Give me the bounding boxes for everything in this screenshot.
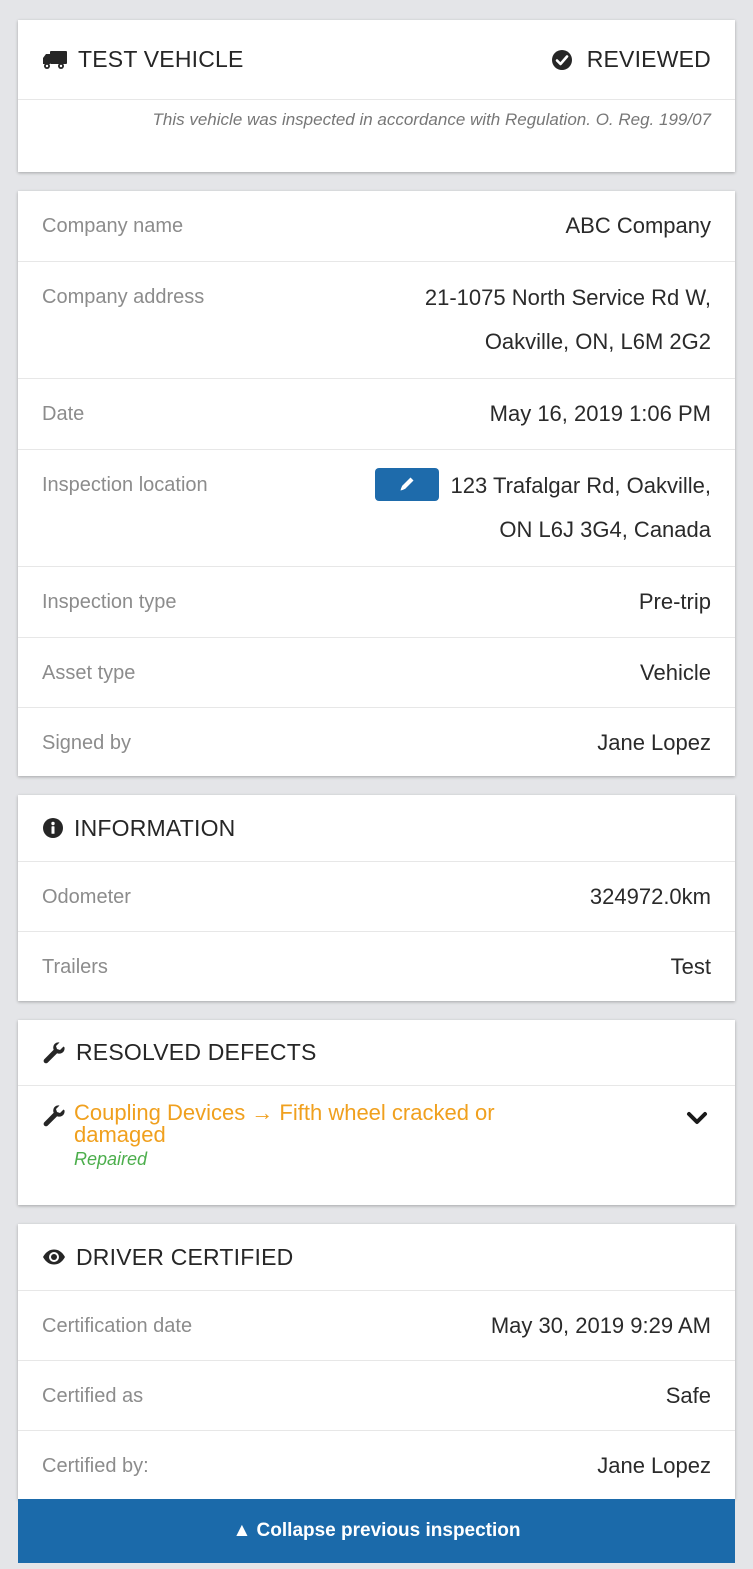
vehicle-header-panel: TEST VEHICLE REVIEWED This vehicle was i… xyxy=(18,20,735,172)
information-title: INFORMATION xyxy=(74,814,236,841)
edit-location-button[interactable] xyxy=(374,467,439,501)
asset-type-row: Asset type Vehicle xyxy=(18,637,735,707)
truck-icon xyxy=(43,50,67,69)
date-label: Date xyxy=(42,403,85,425)
inspection-location-line1-text: 123 Trafalgar Rd, Oakville, xyxy=(450,473,711,498)
review-status-label: REVIEWED xyxy=(586,46,711,72)
regulation-note-text: This vehicle was inspected in accordance… xyxy=(152,110,711,129)
trailers-row: Trailers Test xyxy=(18,931,735,1001)
check-circle-icon xyxy=(551,49,572,70)
signed-by-row: Signed by Jane Lopez xyxy=(18,707,735,776)
certification-date-value: May 30, 2019 9:29 AM xyxy=(490,1313,711,1338)
wrench-icon xyxy=(43,1105,65,1127)
company-name-value: ABC Company xyxy=(565,213,711,238)
signed-by-label: Signed by xyxy=(42,732,131,754)
regulation-note: This vehicle was inspected in accordance… xyxy=(18,100,735,131)
trailers-value: Test xyxy=(670,954,711,979)
review-status: REVIEWED xyxy=(551,46,711,73)
eye-icon xyxy=(43,1249,65,1265)
company-address-line2: Oakville, ON, L6M 2G2 xyxy=(484,329,711,354)
defect-item[interactable]: Coupling Devices → Fifth wheel cracked o… xyxy=(18,1086,735,1172)
collapse-previous-inspection-label: ▲ Collapse previous inspection xyxy=(232,1520,521,1541)
asset-type-value: Vehicle xyxy=(640,660,711,685)
company-name-label: Company name xyxy=(42,215,184,237)
chevron-down-icon[interactable] xyxy=(685,1106,709,1130)
wrench-icon xyxy=(43,1041,65,1063)
driver-certified-header: DRIVER CERTIFIED xyxy=(18,1224,735,1290)
defect-text: Coupling Devices → Fifth wheel cracked o… xyxy=(74,1102,685,1172)
inspection-type-value: Pre-trip xyxy=(638,589,711,614)
date-value: May 16, 2019 1:06 PM xyxy=(489,401,711,426)
inspection-location-line2: ON L6J 3G4, Canada xyxy=(499,517,711,542)
trailers-label: Trailers xyxy=(42,956,108,978)
company-address-row: Company address 21-1075 North Service Rd… xyxy=(18,261,735,378)
pencil-icon xyxy=(400,477,414,491)
information-header: INFORMATION xyxy=(18,795,735,861)
certified-by-value: Jane Lopez xyxy=(597,1453,711,1478)
certification-date-label: Certification date xyxy=(42,1315,193,1337)
odometer-row: Odometer 324972.0km xyxy=(18,861,735,931)
inspection-location-line1: 123 Trafalgar Rd, Oakville, xyxy=(374,464,711,508)
odometer-value: 324972.0km xyxy=(589,884,711,909)
inspection-details-panel: Company name ABC Company Company address… xyxy=(18,191,735,776)
inspection-location-row: Inspection location 123 Trafalgar Rd, Oa… xyxy=(18,449,735,566)
driver-certified-title: DRIVER CERTIFIED xyxy=(76,1243,294,1270)
asset-type-label: Asset type xyxy=(42,662,136,684)
certification-date-row: Certification date May 30, 2019 9:29 AM xyxy=(18,1290,735,1360)
defect-title-line2: damaged xyxy=(74,1122,166,1147)
company-name-row: Company name ABC Company xyxy=(18,191,735,261)
inspection-location-value: 123 Trafalgar Rd, Oakville, ON L6J 3G4, … xyxy=(374,450,711,552)
odometer-label: Odometer xyxy=(42,886,131,908)
vehicle-title: TEST VEHICLE xyxy=(78,46,244,72)
information-panel: INFORMATION Odometer 324972.0km Trailers… xyxy=(18,795,735,1001)
signed-by-value: Jane Lopez xyxy=(597,730,711,755)
collapse-previous-inspection-button[interactable]: ▲ Collapse previous inspection xyxy=(18,1499,735,1563)
driver-certified-panel: DRIVER CERTIFIED Certification date May … xyxy=(18,1224,735,1499)
resolved-defects-title: RESOLVED DEFECTS xyxy=(76,1039,317,1065)
certified-as-value: Safe xyxy=(665,1383,711,1408)
date-row: Date May 16, 2019 1:06 PM xyxy=(18,378,735,449)
company-address-value: 21-1075 North Service Rd W, Oakville, ON… xyxy=(425,262,711,364)
inspection-location-label: Inspection location xyxy=(42,474,208,496)
info-icon xyxy=(43,818,63,838)
defect-title-line1: Coupling Devices → Fifth wheel cracked o… xyxy=(74,1100,495,1125)
vehicle-header: TEST VEHICLE REVIEWED xyxy=(18,20,735,100)
company-address-line1: 21-1075 North Service Rd W, xyxy=(424,285,711,310)
defect-title: Coupling Devices → Fifth wheel cracked o… xyxy=(74,1102,685,1146)
company-address-label: Company address xyxy=(42,286,205,308)
certified-by-row: Certified by: Jane Lopez xyxy=(18,1430,735,1499)
inspection-type-label: Inspection type xyxy=(42,591,177,613)
certified-by-label: Certified by: xyxy=(42,1455,149,1477)
resolved-defects-panel: RESOLVED DEFECTS Coupling Devices → Fift… xyxy=(18,1020,735,1205)
vehicle-title-group: TEST VEHICLE xyxy=(42,46,244,73)
certified-as-label: Certified as xyxy=(42,1385,144,1407)
defect-status: Repaired xyxy=(74,1149,148,1169)
certified-as-row: Certified as Safe xyxy=(18,1360,735,1430)
inspection-type-row: Inspection type Pre-trip xyxy=(18,566,735,637)
resolved-defects-header: RESOLVED DEFECTS xyxy=(18,1020,735,1086)
